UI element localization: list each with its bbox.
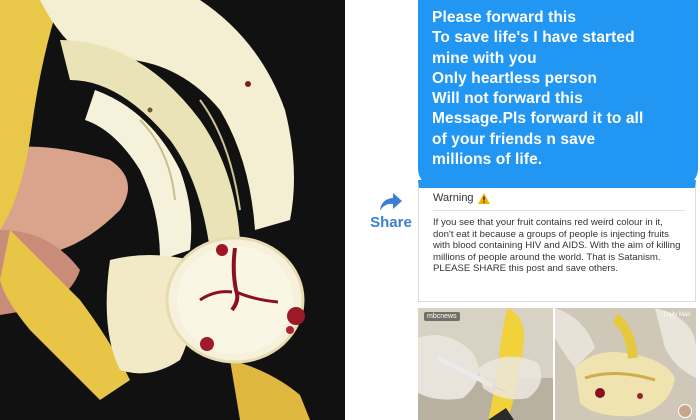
message-bubble: Please forward this To save life's I hav… — [418, 0, 698, 187]
share-button[interactable]: Share — [363, 192, 419, 231]
warning-body: If you see that your fruit contains red … — [433, 217, 681, 275]
warning-title: Warning — [433, 192, 474, 204]
warning-heading: Warning — [433, 192, 685, 204]
chat-panel: Please forward this To save life's I hav… — [349, 0, 700, 420]
news-logo: mbcnews — [424, 312, 460, 321]
injection-photo: mbcnews — [418, 308, 553, 420]
post-images[interactable]: mbcnews Daily Mail — [418, 308, 696, 420]
banana-photo — [0, 0, 345, 420]
avatar[interactable] — [678, 404, 692, 418]
warning-divider — [433, 210, 685, 211]
peeled-banana-photo: Daily Mail — [555, 308, 696, 420]
share-arrow-icon — [380, 193, 402, 211]
shared-post[interactable]: Warning If you see that your fruit conta… — [418, 180, 696, 302]
message-text: Please forward this To save life's I hav… — [432, 9, 644, 169]
warning-triangle-icon — [477, 192, 490, 204]
daily-mail-logo: Daily Mail — [663, 312, 690, 318]
share-label: Share — [370, 214, 412, 231]
